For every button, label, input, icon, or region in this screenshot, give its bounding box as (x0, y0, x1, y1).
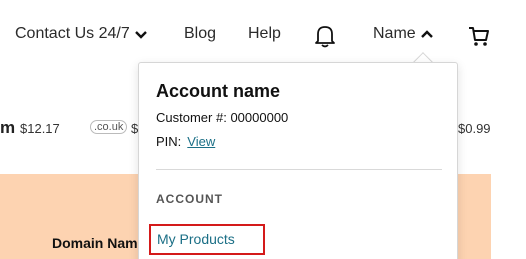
customer-number-value: 00000000 (230, 110, 289, 125)
account-dropdown: Account name Customer #: 00000000 PIN: Vi… (138, 62, 458, 259)
account-name-label: Name (373, 25, 416, 42)
blog-link[interactable]: Blog (184, 25, 216, 43)
divider (156, 169, 442, 170)
my-products-link[interactable]: My Products (149, 224, 265, 255)
pin-line: PIN: View (156, 134, 215, 149)
tld-couk-badge: .co.uk (90, 120, 128, 134)
pin-label: PIN: (156, 134, 182, 149)
customer-number-label: Customer #: (156, 110, 227, 125)
customer-number-line: Customer #: 00000000 (156, 110, 288, 125)
tld-label: m (0, 118, 16, 137)
account-name-menu[interactable]: Name (373, 25, 433, 43)
contact-us-menu[interactable]: Contact Us 24/7 (15, 25, 147, 43)
chevron-down-icon (134, 30, 147, 39)
top-nav: Contact Us 24/7 Blog Help Name (0, 0, 526, 70)
domain-name-header: Domain Nam (52, 235, 138, 251)
cart-icon[interactable] (468, 25, 490, 47)
chevron-up-icon (420, 29, 433, 38)
account-section-heading: ACCOUNT (156, 192, 223, 206)
account-name-title: Account name (156, 81, 281, 101)
tld-price: $12.17 (20, 121, 60, 136)
help-link[interactable]: Help (248, 25, 281, 43)
bell-icon[interactable] (314, 24, 336, 48)
tld-price: $0.99 (458, 121, 491, 136)
contact-us-label: Contact Us 24/7 (15, 25, 130, 42)
pin-view-link[interactable]: View (187, 134, 215, 149)
